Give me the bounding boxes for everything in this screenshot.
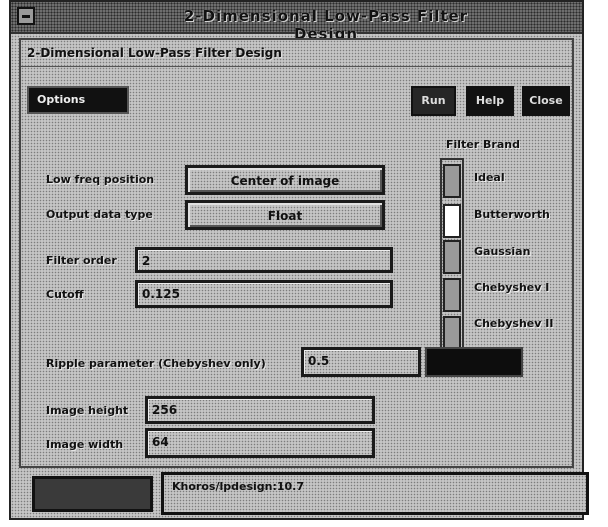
cutoff-value: 0.125 [142, 287, 180, 301]
low-freq-position-button[interactable]: Center of image [185, 165, 385, 195]
status-indicator [32, 476, 153, 512]
filter-design-panel: 2-Dimensional Low-Pass Filter Design Opt… [19, 38, 574, 468]
image-height-field[interactable]: 256 [145, 396, 375, 424]
filter-brand-label-gaussian: Gaussian [474, 245, 531, 258]
image-width-value: 64 [152, 435, 169, 449]
filter-brand-option-chebyshev-i[interactable] [443, 278, 461, 312]
options-button[interactable]: Options [27, 86, 129, 114]
help-button[interactable]: Help [466, 86, 514, 116]
cutoff-label: Cutoff [46, 288, 84, 301]
cutoff-field[interactable]: 0.125 [135, 280, 393, 308]
panel-heading: 2-Dimensional Low-Pass Filter Design [27, 46, 282, 60]
filter-order-field[interactable]: 2 [135, 247, 393, 273]
filter-brand-label-butterworth: Butterworth [474, 208, 550, 221]
image-height-value: 256 [152, 403, 178, 417]
low-freq-position-label: Low freq position [46, 173, 155, 186]
ripple-parameter-field[interactable]: 0.5 [301, 347, 421, 377]
filter-brand-radio-group [440, 158, 464, 360]
run-button[interactable]: Run [411, 86, 456, 116]
filter-brand-label-chebyshev-ii: Chebyshev II [474, 317, 554, 330]
status-bar: Khoros/lpdesign:10.7 [161, 472, 589, 515]
window-menu-icon [22, 15, 30, 18]
heading-divider [21, 66, 572, 67]
filter-brand-option-chebyshev-ii[interactable] [443, 316, 461, 350]
filter-order-label: Filter order [46, 254, 117, 267]
status-message: Khoros/lpdesign:10.7 [172, 480, 304, 493]
ripple-parameter-label: Ripple parameter (Chebyshev only) [46, 357, 266, 370]
output-data-type-button[interactable]: Float [185, 200, 385, 230]
close-button[interactable]: Close [522, 86, 570, 116]
ripple-parameter-value: 0.5 [308, 354, 330, 368]
filter-brand-option-ideal[interactable] [443, 164, 461, 198]
low-pass-filter-window: 2-Dimensional Low-Pass Filter Design 2-D… [9, 0, 589, 520]
image-width-label: Image width [46, 438, 124, 451]
filter-brand-label-ideal: Ideal [474, 171, 505, 184]
output-data-type-label: Output data type [46, 208, 153, 221]
filter-brand-label: Filter Brand [446, 138, 520, 151]
image-height-label: Image height [46, 404, 129, 417]
filter-order-value: 2 [142, 254, 151, 268]
ripple-parameter-extension [425, 347, 523, 377]
image-width-field[interactable]: 64 [145, 428, 375, 458]
window-titlebar[interactable]: 2-Dimensional Low-Pass Filter Design [11, 2, 582, 43]
filter-brand-option-butterworth[interactable] [443, 204, 461, 238]
filter-brand-label-chebyshev-i: Chebyshev I [474, 281, 550, 294]
window-menu-button[interactable] [17, 7, 35, 25]
filter-brand-option-gaussian[interactable] [443, 240, 461, 274]
